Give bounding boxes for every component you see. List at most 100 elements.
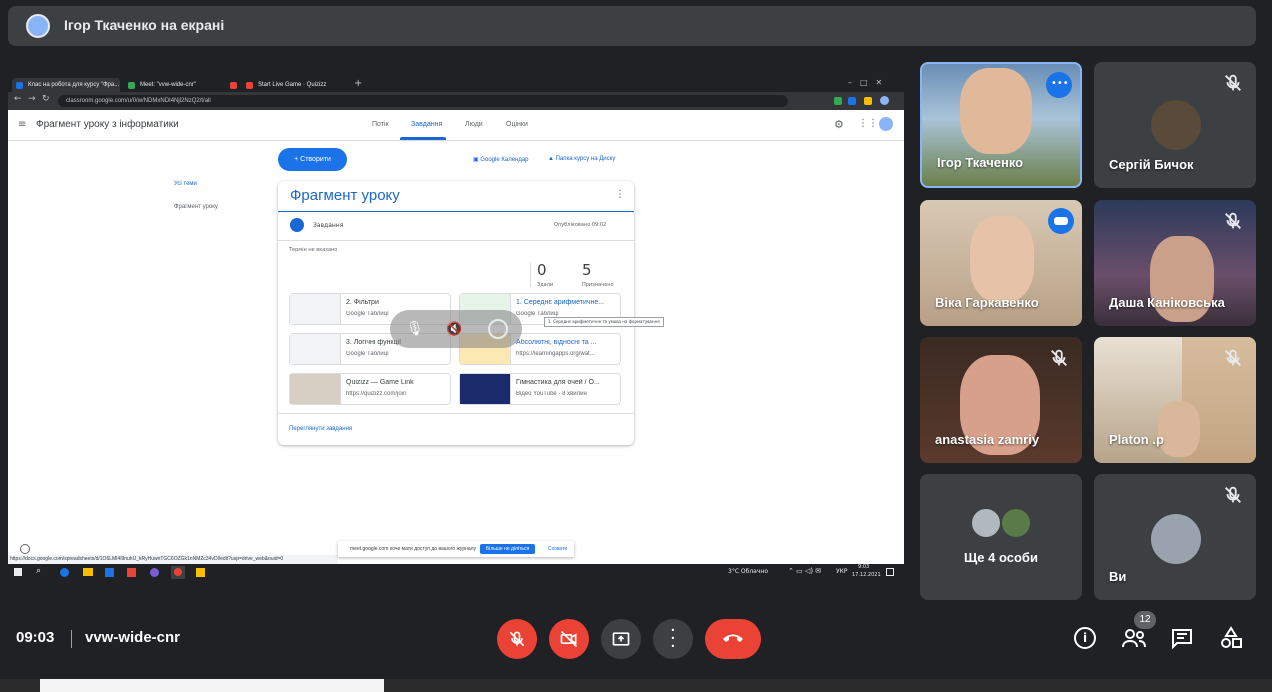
forward-icon[interactable]: →: [28, 94, 36, 104]
assignment-label[interactable]: Завдання: [313, 222, 343, 229]
windows-taskbar: ⌕ 3°C Облачно ⌃ ▭ ◁) ✉ УКР 9:03 17.12.20…: [8, 564, 904, 581]
participant-tile[interactable]: Віка Гаркавенко: [920, 200, 1082, 326]
notifications-icon[interactable]: [886, 568, 894, 576]
menu-icon[interactable]: ≡: [18, 119, 26, 130]
chat-button[interactable]: [1171, 628, 1193, 654]
participants-button[interactable]: [1121, 627, 1147, 649]
search-icon[interactable]: ⌕: [36, 566, 41, 576]
participant-name: Даша Каніковська: [1109, 295, 1225, 310]
input-language[interactable]: УКР: [836, 568, 848, 575]
create-button[interactable]: + Створити: [278, 148, 347, 171]
view-assignment-link[interactable]: Переглянути завдання: [289, 426, 352, 432]
weather-status[interactable]: 3°C Облачно: [728, 568, 768, 575]
chat-icon: [1172, 629, 1192, 650]
participant-tile[interactable]: Даша Каніковська: [1094, 200, 1256, 326]
extension-icon[interactable]: [834, 97, 842, 105]
profile-avatar-icon[interactable]: [880, 96, 889, 105]
attachment-title: Абсолютні, відносні та ...: [516, 339, 597, 346]
folder-icon[interactable]: [83, 568, 93, 576]
drive-folder-link[interactable]: ▲ Папка курсу на Диску: [548, 156, 615, 162]
browser-tab[interactable]: Start Live Game · Quizizz: [242, 78, 350, 92]
participant-name: Сергій Бичок: [1109, 157, 1194, 172]
windows-start-icon[interactable]: [14, 568, 22, 576]
calendar-link-label: Google Календар: [480, 157, 529, 163]
app-icon[interactable]: [196, 568, 205, 577]
leave-call-button[interactable]: [705, 619, 761, 659]
taskbar-time[interactable]: 9:03: [858, 564, 869, 570]
os-search-box[interactable]: [40, 679, 384, 692]
store-icon[interactable]: [105, 568, 114, 577]
browser-tab[interactable]: [226, 78, 242, 92]
permission-banner: meet.google.com хоче мати доступ до вашо…: [338, 541, 574, 557]
present-screen-button[interactable]: [601, 619, 641, 659]
banner-allow-button[interactable]: Більше не діліться: [480, 544, 536, 554]
window-controls-icon[interactable]: –□✕: [848, 78, 890, 87]
camera-toggle-button[interactable]: [549, 619, 589, 659]
google-calendar-link[interactable]: ▣ Google Календар: [473, 156, 529, 163]
mic-off-icon: [1225, 74, 1241, 91]
participant-tile[interactable]: ••• Ігор Ткаченко: [920, 62, 1082, 188]
assigned-count[interactable]: 5: [582, 261, 592, 279]
extension-icon[interactable]: [848, 97, 856, 105]
account-avatar[interactable]: [879, 117, 893, 131]
class-title[interactable]: Фрагмент уроку з інформатики: [36, 119, 179, 130]
presenter-media-overlay: 🎙 🔇: [390, 310, 522, 348]
attachment-thumbnail: [290, 294, 341, 324]
mic-off-icon: [1225, 349, 1241, 366]
self-tile[interactable]: Ви: [1094, 474, 1256, 600]
url-input[interactable]: classroom.google.com/u/0/w/NDMxNDI4Njl2N…: [58, 95, 788, 107]
edge-icon[interactable]: [60, 568, 69, 577]
more-horiz-icon: •••: [1051, 78, 1069, 89]
participant-tile[interactable]: Platon .p: [1094, 337, 1256, 463]
presenter-title: Ігор Ткаченко на екрані: [64, 17, 225, 33]
topic-divider: [278, 211, 634, 212]
attachment-title: Гімнастика для очей / O...: [516, 379, 600, 386]
camera-off-icon: [560, 630, 578, 648]
attachment-title: 2. Фільтри: [346, 299, 379, 306]
banner-close-button[interactable]: Сховати: [548, 541, 567, 557]
more-options-button[interactable]: •••: [1046, 72, 1072, 98]
attachment-card[interactable]: Quizizz — Game Link https://quizizz.com/j…: [289, 373, 451, 405]
sidebar-all-topics[interactable]: Усі теми: [174, 181, 197, 187]
participant-name: Віка Гаркавенко: [935, 295, 1039, 310]
more-vert-icon[interactable]: ⋮: [615, 189, 625, 200]
drive-icon: ▲: [548, 156, 556, 162]
handed-in-count[interactable]: 0: [537, 261, 547, 279]
assigned-label: Призначено: [582, 282, 614, 288]
speaker-off-icon: 🔇: [446, 322, 463, 337]
meet-favicon-icon: [128, 82, 135, 89]
tab-stream[interactable]: Потік: [372, 121, 389, 128]
extension-icon[interactable]: [864, 97, 872, 105]
activities-button[interactable]: [1219, 626, 1243, 654]
app-icon[interactable]: [127, 568, 136, 577]
more-participants-tile[interactable]: Ще 4 особи: [920, 474, 1082, 600]
help-icon[interactable]: [20, 544, 30, 554]
tab-grades[interactable]: Оцінки: [506, 121, 528, 128]
apps-grid-icon[interactable]: ⋮⋮: [858, 118, 878, 129]
chrome-taskbar-button[interactable]: [171, 566, 185, 579]
speaking-indicator: [1048, 208, 1074, 234]
participant-tile[interactable]: Сергій Бичок: [1094, 62, 1256, 188]
attachment-card[interactable]: Гімнастика для очей / O... Відео YouTube …: [459, 373, 621, 405]
new-tab-icon[interactable]: +: [354, 78, 362, 89]
taskbar-date[interactable]: 17.12.2021: [852, 572, 881, 578]
tab-people[interactable]: Люди: [465, 121, 483, 128]
participant-name: Platon .p: [1109, 432, 1164, 447]
due-date: Термін не вказано: [289, 247, 338, 253]
sidebar-topic[interactable]: Фрагмент уроку: [174, 204, 218, 210]
browser-tab[interactable]: Meet: "vvw-wide-cnr": [124, 78, 222, 92]
more-options-button[interactable]: · · ·: [653, 619, 693, 659]
browser-tab[interactable]: Клас на робота для курсу "Фра...: [12, 78, 120, 92]
viber-icon[interactable]: [150, 568, 159, 577]
participant-tile[interactable]: anastasia zamriy: [920, 337, 1082, 463]
mic-toggle-button[interactable]: [497, 619, 537, 659]
gear-icon[interactable]: ⚙: [834, 118, 844, 131]
reload-icon[interactable]: ↻: [42, 94, 50, 104]
divider: [278, 413, 634, 414]
back-icon[interactable]: ←: [14, 94, 22, 104]
tray-icons[interactable]: ⌃ ▭ ◁) ✉: [788, 567, 821, 575]
meeting-details-icon[interactable]: i: [1074, 627, 1096, 649]
participant-avatar: [970, 507, 1002, 539]
tab-classwork[interactable]: Завдання: [411, 121, 442, 128]
create-label: Створити: [300, 156, 331, 163]
